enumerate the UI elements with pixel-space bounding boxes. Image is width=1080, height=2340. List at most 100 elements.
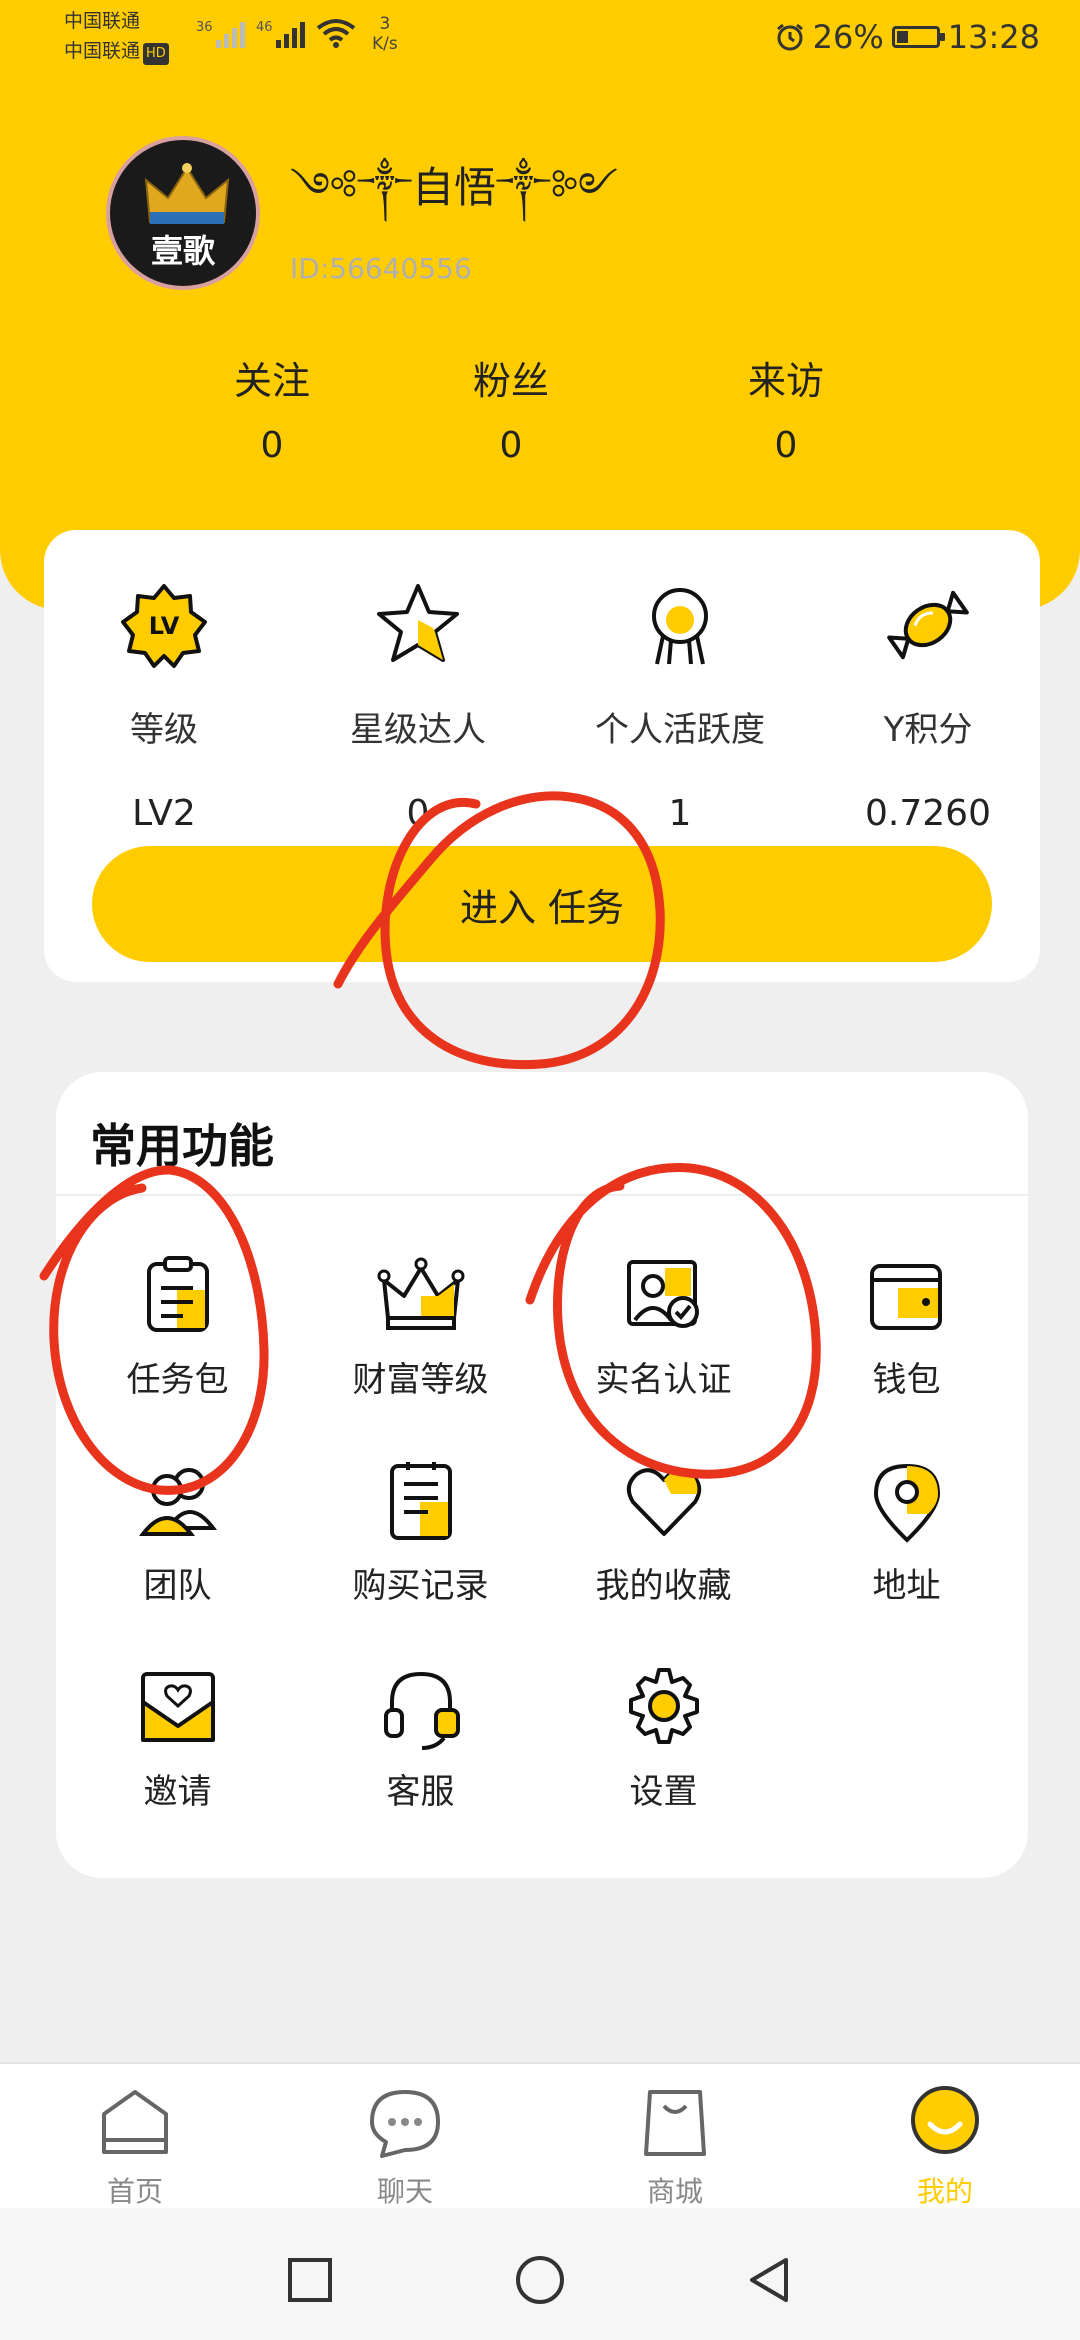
func-label: 团队	[143, 1566, 212, 1606]
home-circle-icon[interactable]	[512, 2252, 568, 2308]
func-label: 钱包	[872, 1360, 941, 1400]
func-task-pack[interactable]: 任务包	[56, 1250, 299, 1401]
stat-value: 0	[774, 425, 798, 466]
avatar[interactable]: 壹歌	[106, 136, 260, 290]
func-purchase-record[interactable]: 购买记录	[299, 1456, 542, 1607]
chat-icon	[370, 2090, 440, 2158]
hd-badge: HD	[143, 43, 169, 65]
star-label: 星级达人	[350, 710, 486, 750]
location-icon	[873, 1463, 940, 1543]
nav-label: 首页	[106, 2175, 163, 2208]
level-label: 等级	[130, 710, 198, 750]
user-id: ID:56640556	[290, 252, 472, 285]
stat-label: 来访	[747, 359, 824, 403]
nav-shop[interactable]: 商城	[540, 2084, 810, 2210]
id-verify-icon	[626, 1260, 699, 1328]
wifi-icon	[316, 19, 356, 48]
invite-icon	[140, 1672, 215, 1742]
shop-bag-icon	[644, 2090, 706, 2156]
home-icon	[102, 2090, 168, 2154]
crown-logo-icon	[144, 163, 230, 224]
headset-icon	[383, 1671, 460, 1750]
wallet-icon	[869, 1264, 942, 1330]
points-value: 0.7260	[865, 793, 991, 834]
func-label: 设置	[629, 1772, 698, 1812]
func-label: 我的收藏	[595, 1566, 732, 1606]
func-label: 任务包	[126, 1360, 229, 1400]
team-icon	[138, 1468, 217, 1536]
func-label: 客服	[386, 1772, 455, 1812]
back-triangle-icon[interactable]	[742, 2252, 798, 2308]
favorite-icon	[626, 1468, 701, 1536]
activity-value: 1	[668, 793, 692, 834]
star-icon	[377, 584, 459, 662]
activity-item[interactable]: 个人活跃度 1	[560, 580, 800, 834]
signal-icon	[276, 22, 305, 48]
crown-icon	[377, 1257, 464, 1330]
candy-icon	[887, 590, 969, 660]
nav-label: 商城	[646, 2175, 703, 2208]
nav-chat[interactable]: 聊天	[270, 2084, 540, 2210]
signal-icon	[216, 22, 245, 48]
signal-label-2: 46	[256, 20, 273, 35]
status-right: 26% 13:28	[775, 18, 1040, 56]
battery-percent: 26%	[812, 18, 884, 56]
system-nav-bar	[0, 2208, 1080, 2340]
func-settings[interactable]: 设置	[542, 1662, 785, 1813]
nav-label: 我的	[916, 2175, 973, 2208]
header-background	[0, 0, 1080, 610]
battery-icon	[891, 26, 945, 48]
common-functions-card: 常用功能 任务包 财富等级 实名认证 钱包 团队 购买记录 我的收藏 地址 邀请…	[56, 1072, 1028, 1878]
star-item[interactable]: 星级达人 0	[298, 580, 538, 834]
func-customer-service[interactable]: 客服	[299, 1662, 542, 1813]
clock: 13:28	[947, 18, 1040, 56]
func-label: 地址	[872, 1566, 941, 1606]
level-value: LV2	[132, 793, 196, 834]
level-item[interactable]: LV 等级 LV2	[44, 580, 284, 834]
section-title: 常用功能	[90, 1119, 274, 1173]
func-real-name-verify[interactable]: 实名认证	[542, 1250, 785, 1401]
status-bar: 中国联通 中国联通 HD 36 46 3 K/s 26% 13:28	[0, 0, 1080, 70]
func-wealth-level[interactable]: 财富等级	[299, 1250, 542, 1401]
func-wallet[interactable]: 钱包	[785, 1250, 1028, 1401]
points-item[interactable]: Y积分 0.7260	[808, 580, 1048, 834]
func-label: 邀请	[143, 1772, 212, 1812]
func-label: 实名认证	[595, 1360, 732, 1400]
star-value: 0	[406, 793, 430, 834]
stat-label: 粉丝	[472, 359, 549, 403]
me-icon	[911, 2086, 979, 2154]
gear-icon	[628, 1668, 699, 1744]
network-speed: 3 K/s	[372, 14, 398, 54]
level-card: LV 等级 LV2 星级达人 0 个人活跃度 1 Y积分 0.7260 进入 任…	[44, 530, 1040, 982]
enter-task-button[interactable]: 进入 任务	[92, 846, 992, 962]
func-team[interactable]: 团队	[56, 1456, 299, 1607]
stat-fans[interactable]: 粉丝 0	[411, 350, 611, 466]
func-label: 财富等级	[352, 1360, 489, 1400]
bottom-nav: 首页 聊天 商城 我的	[0, 2062, 1080, 2210]
avatar-text: 壹歌	[150, 232, 215, 270]
nav-home[interactable]: 首页	[0, 2084, 270, 2210]
signal-label-1: 36	[196, 20, 213, 35]
stat-label: 关注	[233, 359, 310, 403]
nickname: ༺༒自悟༒༻	[290, 163, 618, 212]
stat-value: 0	[260, 425, 284, 466]
stat-value: 0	[499, 425, 523, 466]
purchase-record-icon	[389, 1462, 452, 1540]
carrier-1: 中国联通	[64, 10, 141, 32]
carrier-2: 中国联通 HD	[64, 40, 169, 65]
activity-icon	[652, 588, 708, 665]
alarm-icon	[776, 23, 803, 51]
nav-label: 聊天	[376, 2175, 433, 2208]
svg-text:LV: LV	[149, 612, 180, 640]
activity-label: 个人活跃度	[595, 710, 765, 750]
func-favorites[interactable]: 我的收藏	[542, 1456, 785, 1607]
divider	[56, 1194, 1028, 1196]
func-address[interactable]: 地址	[785, 1456, 1028, 1607]
recent-apps-icon[interactable]	[282, 2252, 338, 2308]
points-label: Y积分	[883, 710, 973, 750]
nav-me[interactable]: 我的	[810, 2084, 1080, 2210]
func-invite[interactable]: 邀请	[56, 1662, 299, 1813]
stat-visitors[interactable]: 来访 0	[686, 350, 886, 466]
stat-following[interactable]: 关注 0	[172, 350, 372, 466]
clipboard-icon	[146, 1256, 209, 1332]
